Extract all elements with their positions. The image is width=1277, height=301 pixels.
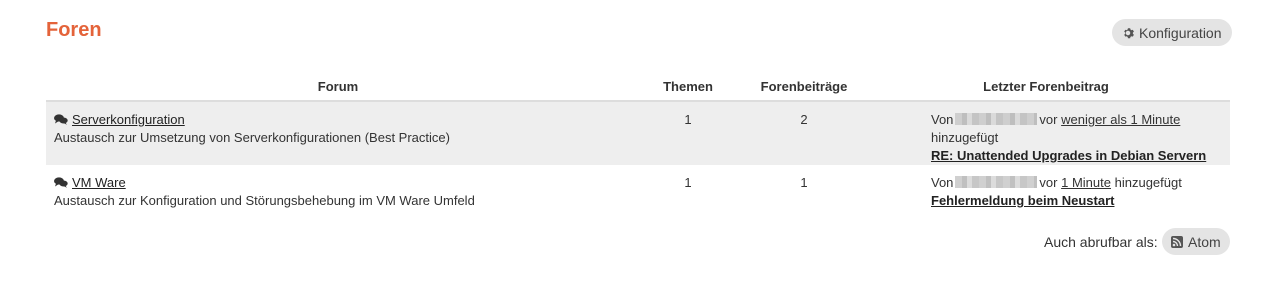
- forum-link-vm-ware[interactable]: VM Ware: [72, 175, 126, 190]
- header-beitraege: Forenbeiträge: [746, 72, 862, 102]
- forum-description: Austausch zur Umsetzung von Serverkonfig…: [54, 130, 450, 145]
- post-time-link[interactable]: weniger als 1 Minute: [1061, 112, 1180, 127]
- table-row: Serverkonfiguration Austausch zur Umsetz…: [46, 101, 1230, 165]
- author-avatar-blurred: [955, 113, 1038, 125]
- last-topic-link[interactable]: Fehlermeldung beim Neustart: [931, 193, 1114, 208]
- table-row: VM Ware Austausch zur Konfiguration und …: [46, 165, 1230, 219]
- von-label: Von: [931, 112, 954, 127]
- last-topic-link[interactable]: RE: Unattended Upgrades in Debian Server…: [931, 148, 1206, 163]
- header-letzter-beitrag: Letzter Forenbeitrag: [862, 72, 1230, 102]
- von-label: Von: [931, 175, 954, 190]
- vor-label: vor: [1039, 112, 1058, 127]
- beitraege-count: 2: [746, 101, 862, 165]
- last-post-cell: Von vor weniger als 1 Minute hinzugefügt …: [862, 101, 1230, 165]
- themen-count: 1: [684, 175, 692, 190]
- beitraege-count: 1: [800, 175, 808, 190]
- added-label: hinzugefügt: [1114, 175, 1182, 190]
- last-post-cell: Von vor 1 Minute hinzugefügt Fehlermeldun…: [862, 165, 1230, 219]
- header-themen: Themen: [630, 72, 746, 102]
- rss-feed-icon: [1171, 235, 1183, 248]
- vor-label: vor: [1039, 175, 1058, 190]
- themen-count: 1: [630, 101, 746, 165]
- post-time-link[interactable]: 1 Minute: [1061, 175, 1111, 190]
- speech-bubbles-icon: [54, 114, 68, 125]
- forum-link-serverkonfiguration[interactable]: Serverkonfiguration: [72, 112, 185, 127]
- forum-description: Austausch zur Konfiguration und Störungs…: [54, 193, 475, 208]
- gear-icon: [1124, 27, 1134, 38]
- author-avatar-blurred: [955, 176, 1038, 188]
- forums-table: Forum Themen Forenbeiträge Letzter Foren…: [46, 72, 1230, 219]
- page-title: Foren: [46, 19, 102, 41]
- header-forum: Forum: [46, 72, 630, 102]
- forum-cell: Serverkonfiguration Austausch zur Umsetz…: [46, 101, 630, 165]
- speech-bubbles-icon: [54, 177, 68, 188]
- added-label: hinzugefügt: [931, 130, 999, 145]
- configuration-label: Konfiguration: [1139, 24, 1222, 41]
- atom-feed-button[interactable]: Atom: [1162, 228, 1230, 255]
- forum-cell: VM Ware Austausch zur Konfiguration und …: [46, 165, 630, 219]
- configuration-button[interactable]: Konfiguration: [1112, 19, 1232, 46]
- also-available-label: Auch abrufbar als:: [1044, 234, 1158, 250]
- atom-label: Atom: [1188, 233, 1221, 250]
- table-header-row: Forum Themen Forenbeiträge Letzter Foren…: [46, 72, 1230, 102]
